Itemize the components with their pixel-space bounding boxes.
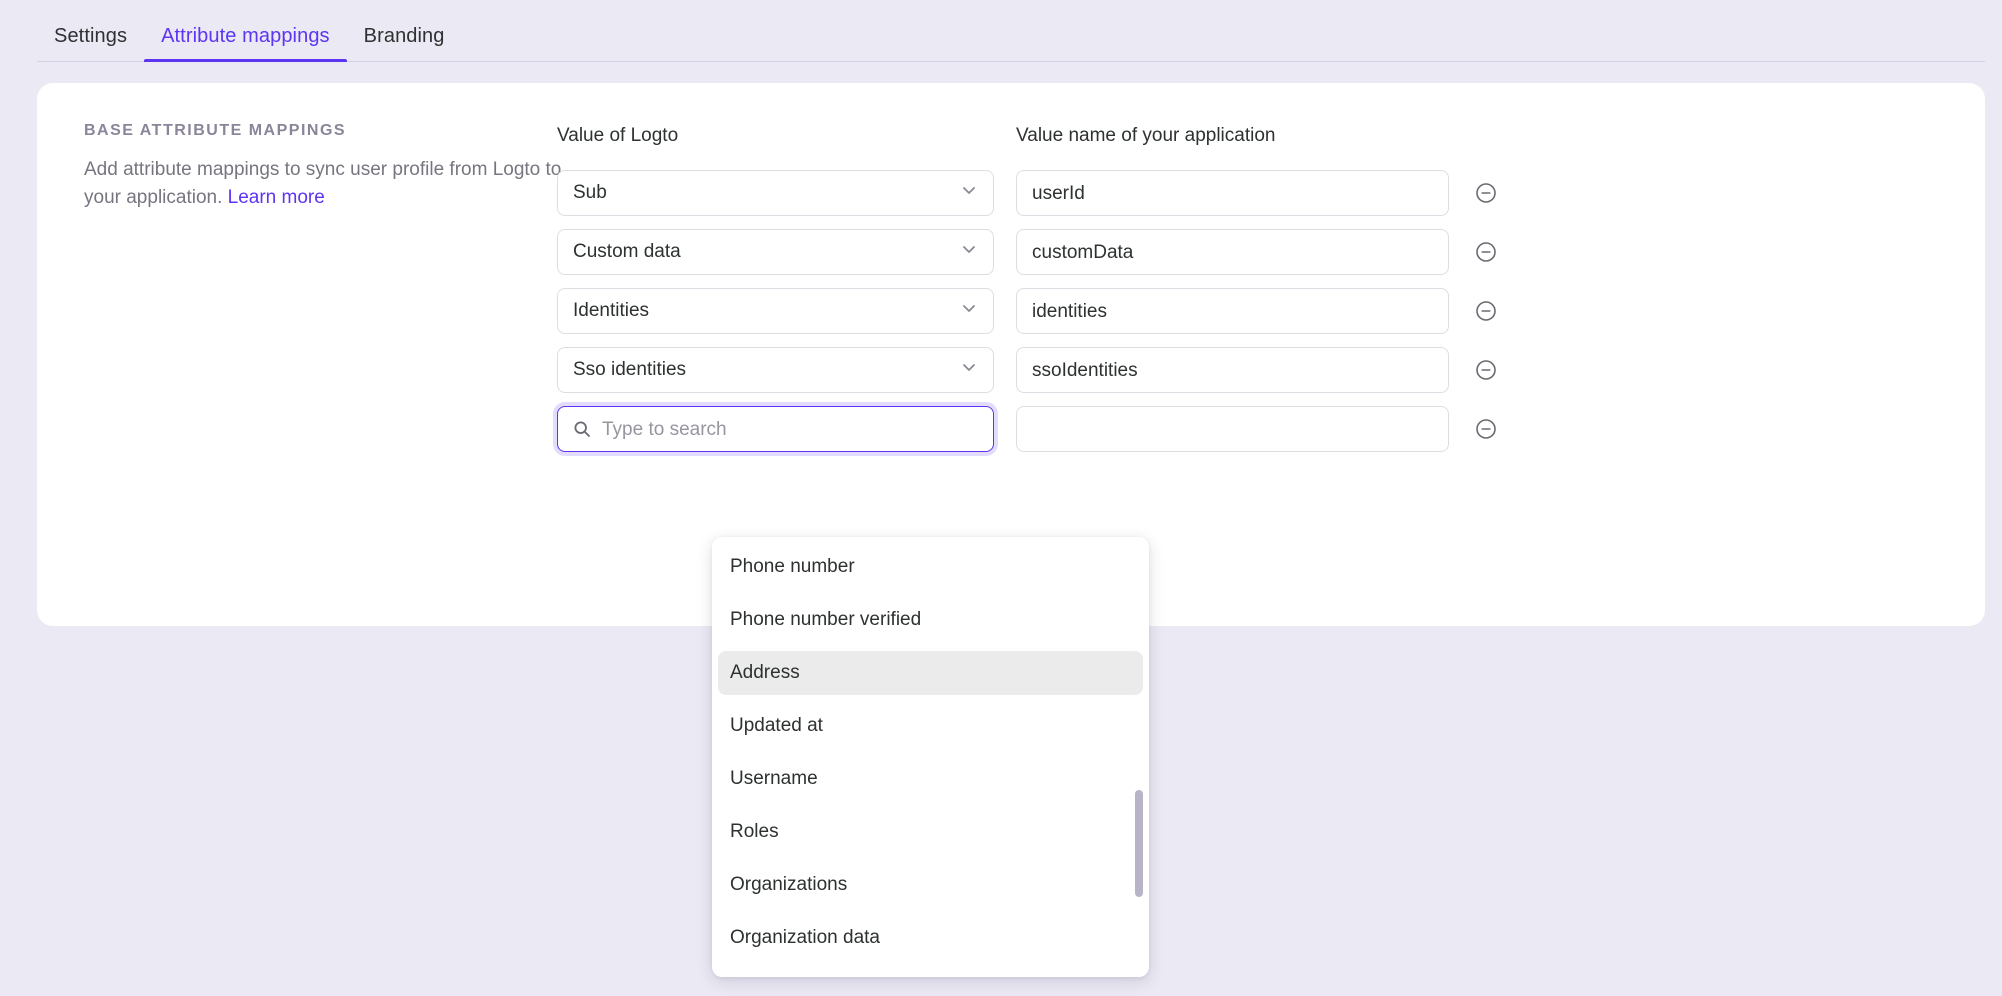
search-input[interactable]: Type to search	[602, 420, 727, 439]
logto-value-select-0-value: Sub	[573, 182, 607, 204]
tab-attribute-mappings[interactable]: Attribute mappings	[144, 26, 347, 62]
tab-branding[interactable]: Branding	[347, 26, 462, 62]
minus-circle-icon	[1474, 299, 1498, 323]
app-value-input-4[interactable]	[1016, 406, 1449, 452]
column-header-app-value-name: Value name of your application	[1016, 126, 1449, 145]
mapping-list: Value of Logto Value name of your applic…	[557, 121, 1945, 452]
tab-branding-label: Branding	[364, 25, 445, 47]
tab-list: Settings Attribute mappings Branding	[37, 0, 462, 62]
app-value-input-2-value: identities	[1032, 302, 1107, 321]
dropdown-option-username[interactable]: Username	[718, 757, 1143, 801]
remove-mapping-button-1[interactable]	[1473, 239, 1499, 265]
chevron-down-icon	[959, 239, 979, 265]
dropdown-option-organization-data[interactable]: Organization data	[718, 916, 1143, 960]
app-value-input-3[interactable]: ssoIdentities	[1016, 347, 1449, 393]
minus-circle-icon	[1474, 417, 1498, 441]
logto-value-select-0[interactable]: Sub	[557, 170, 994, 216]
logto-value-select-3[interactable]: Sso identities	[557, 347, 994, 393]
logto-value-dropdown: Phone number Phone number verified Addre…	[712, 537, 1149, 977]
chevron-down-icon	[959, 357, 979, 383]
mapping-row-new: Type to search	[557, 406, 1945, 452]
app-value-input-0[interactable]: userId	[1016, 170, 1449, 216]
mapping-column-headers: Value of Logto Value name of your applic…	[557, 121, 1945, 149]
column-header-logto-value: Value of Logto	[557, 126, 994, 145]
minus-circle-icon	[1474, 240, 1498, 264]
dropdown-option-phone-number-verified[interactable]: Phone number verified	[718, 598, 1143, 642]
chevron-down-icon	[959, 180, 979, 206]
app-value-input-0-value: userId	[1032, 184, 1085, 203]
dropdown-option-address[interactable]: Address	[718, 651, 1143, 695]
logto-value-select-2[interactable]: Identities	[557, 288, 994, 334]
remove-mapping-button-2[interactable]	[1473, 298, 1499, 324]
chevron-down-icon	[959, 298, 979, 324]
dropdown-option-label: Updated at	[730, 715, 823, 737]
dropdown-option-updated-at[interactable]: Updated at	[718, 704, 1143, 748]
dropdown-option-roles[interactable]: Roles	[718, 810, 1143, 854]
dropdown-option-label: Phone number verified	[730, 609, 921, 631]
learn-more-link[interactable]: Learn more	[228, 187, 325, 208]
mapping-row: Identities identities	[557, 288, 1945, 334]
app-value-input-1-value: customData	[1032, 243, 1133, 262]
logto-value-select-3-value: Sso identities	[573, 359, 686, 381]
logto-value-search-combobox[interactable]: Type to search	[557, 406, 994, 452]
section-description: BASE ATTRIBUTE MAPPINGS Add attribute ma…	[84, 121, 574, 211]
remove-mapping-button-3[interactable]	[1473, 357, 1499, 383]
dropdown-scrollbar-thumb[interactable]	[1135, 790, 1143, 897]
dropdown-option-label: Username	[730, 768, 818, 790]
tab-settings-label: Settings	[54, 25, 127, 47]
remove-mapping-button-0[interactable]	[1473, 180, 1499, 206]
dropdown-option-organizations[interactable]: Organizations	[718, 863, 1143, 907]
logto-value-select-2-value: Identities	[573, 300, 649, 322]
section-title: BASE ATTRIBUTE MAPPINGS	[84, 121, 574, 140]
dropdown-option-label: Address	[730, 662, 800, 684]
dropdown-option-phone-number[interactable]: Phone number	[718, 545, 1143, 589]
logto-value-select-1-value: Custom data	[573, 241, 681, 263]
search-icon	[572, 419, 592, 439]
minus-circle-icon	[1474, 181, 1498, 205]
mapping-row: Sso identities ssoIdentities	[557, 347, 1945, 393]
dropdown-option-label: Roles	[730, 821, 779, 843]
section-body: Add attribute mappings to sync user prof…	[84, 156, 574, 211]
tab-attribute-mappings-label: Attribute mappings	[161, 25, 330, 47]
logto-value-select-1[interactable]: Custom data	[557, 229, 994, 275]
tab-settings[interactable]: Settings	[37, 26, 144, 62]
app-value-input-2[interactable]: identities	[1016, 288, 1449, 334]
tab-bar: Settings Attribute mappings Branding	[0, 0, 2002, 62]
mapping-row: Custom data customData	[557, 229, 1945, 275]
dropdown-option-label: Organization data	[730, 927, 880, 949]
dropdown-option-label: Organizations	[730, 874, 847, 896]
dropdown-option-label: Phone number	[730, 556, 855, 578]
app-value-input-1[interactable]: customData	[1016, 229, 1449, 275]
minus-circle-icon	[1474, 358, 1498, 382]
app-value-input-3-value: ssoIdentities	[1032, 361, 1138, 380]
dropdown-option-list: Phone number Phone number verified Addre…	[712, 545, 1149, 960]
mapping-row: Sub userId	[557, 170, 1945, 216]
remove-mapping-button-4[interactable]	[1473, 416, 1499, 442]
